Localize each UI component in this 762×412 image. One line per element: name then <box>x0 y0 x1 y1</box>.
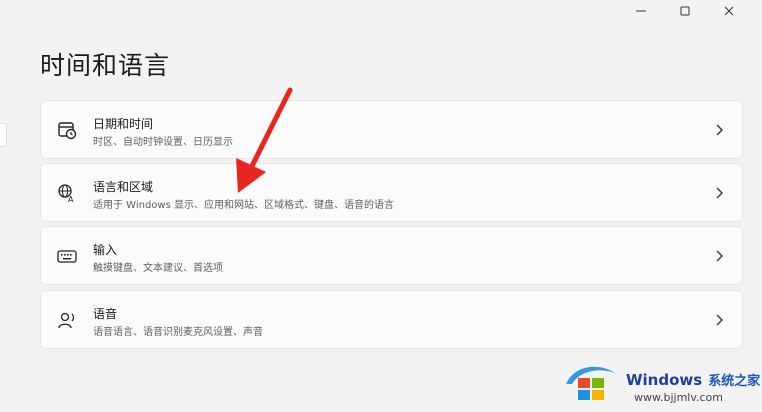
watermark-title: Windows 系统之家 <box>626 370 760 389</box>
minimize-button[interactable] <box>628 2 654 20</box>
window-controls <box>622 0 762 22</box>
keyboard-icon <box>57 250 77 263</box>
close-icon <box>724 6 734 16</box>
maximize-icon <box>680 6 690 16</box>
maximize-button[interactable] <box>672 2 698 20</box>
settings-card-language-region[interactable]: A 语言和区域 适用于 Windows 显示、应用和网站、区域格式、键盘、语音的… <box>40 163 743 222</box>
chevron-right-icon <box>716 187 723 199</box>
card-title: 语音 <box>93 307 118 321</box>
windows-logo-icon <box>566 366 616 400</box>
card-title: 语言和区域 <box>93 180 154 194</box>
nav-pane-edge[interactable] <box>0 123 7 147</box>
watermark-url: www.bjjmlv.com <box>634 391 723 404</box>
close-button[interactable] <box>716 2 742 20</box>
chevron-right-icon <box>716 124 723 136</box>
card-subtitle: 时区、自动时钟设置、日历显示 <box>93 137 233 148</box>
chevron-right-icon <box>716 250 723 262</box>
svg-text:A: A <box>68 195 74 203</box>
watermark-site-name: 系统之家 <box>708 374 761 389</box>
language-region-icon: A <box>58 184 74 203</box>
card-title: 输入 <box>93 243 118 257</box>
watermark: Windows 系统之家 www.bjjmlv.com <box>562 358 762 412</box>
watermark-brand: Windows <box>626 371 703 389</box>
speech-icon <box>58 312 75 329</box>
settings-card-input[interactable]: 输入 触摸键盘、文本建议、首选项 <box>40 226 743 285</box>
card-subtitle: 适用于 Windows 显示、应用和网站、区域格式、键盘、语音的语言 <box>93 200 394 211</box>
card-subtitle: 触摸键盘、文本建议、首选项 <box>93 263 223 274</box>
calendar-clock-icon <box>58 122 77 140</box>
chevron-right-icon <box>716 314 723 326</box>
settings-card-speech[interactable]: 语音 语音语言、语音识别麦克风设置、声音 <box>40 290 743 349</box>
card-title: 日期和时间 <box>93 117 154 131</box>
page-title: 时间和语言 <box>40 51 171 80</box>
settings-card-date-time[interactable]: 日期和时间 时区、自动时钟设置、日历显示 <box>40 100 743 159</box>
minimize-icon <box>636 10 646 12</box>
card-subtitle: 语音语言、语音识别麦克风设置、声音 <box>93 327 263 338</box>
